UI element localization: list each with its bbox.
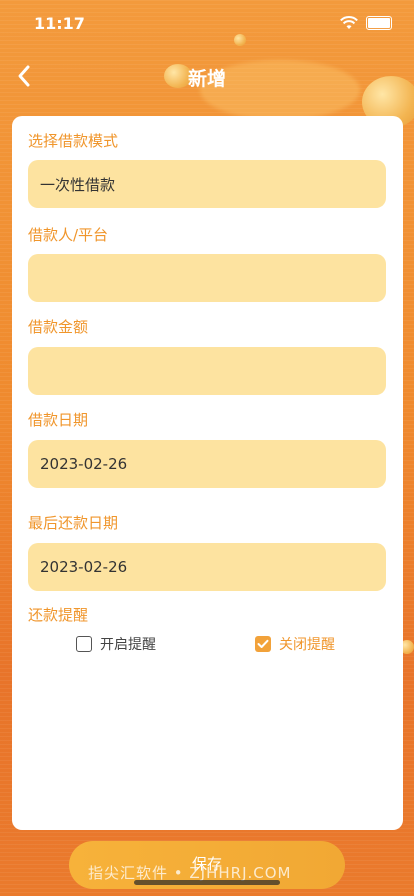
- last-repay-date-field[interactable]: 2023-02-26: [28, 543, 386, 591]
- checkbox-icon[interactable]: [255, 636, 271, 652]
- reminder-on-label: 开启提醒: [100, 637, 156, 653]
- lender-label: 借款人/平台: [28, 226, 109, 244]
- last-repay-date-label: 最后还款日期: [28, 514, 119, 532]
- status-bar: 11:17: [0, 0, 414, 48]
- status-time: 11:17: [34, 14, 85, 33]
- amount-label: 借款金额: [28, 318, 89, 336]
- reminder-label: 还款提醒: [28, 606, 89, 624]
- loan-date-label: 借款日期: [28, 411, 89, 429]
- checkmark-icon: [257, 639, 269, 648]
- checkbox-icon[interactable]: [76, 636, 92, 652]
- amount-input[interactable]: [28, 347, 386, 395]
- mode-label: 选择借款模式: [28, 132, 119, 150]
- home-indicator: [134, 880, 280, 885]
- reminder-off-label: 关闭提醒: [279, 637, 335, 653]
- reminder-off-option[interactable]: 关闭提醒: [255, 634, 335, 654]
- battery-icon: [366, 16, 392, 30]
- status-icons: [340, 16, 392, 30]
- reminder-on-option[interactable]: 开启提醒: [76, 634, 156, 654]
- form-card: 选择借款模式 一次性借款 借款人/平台 借款金额 借款日期 2023-02-26…: [12, 116, 403, 830]
- loan-date-field[interactable]: 2023-02-26: [28, 440, 386, 488]
- wifi-icon: [340, 16, 358, 29]
- nav-bar: 新增: [0, 56, 414, 96]
- page-title: 新增: [187, 68, 226, 90]
- lender-input[interactable]: [28, 254, 386, 302]
- mode-select[interactable]: 一次性借款: [28, 160, 386, 208]
